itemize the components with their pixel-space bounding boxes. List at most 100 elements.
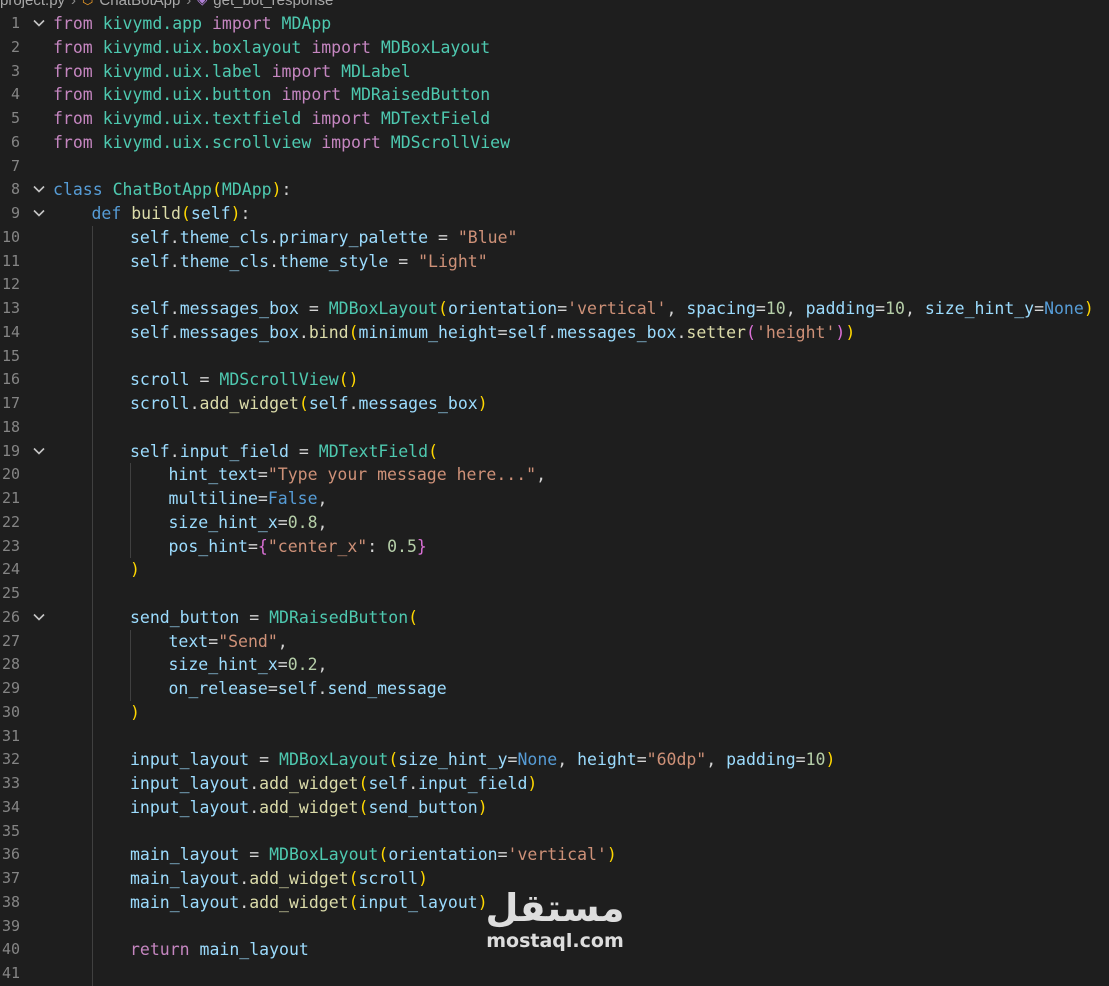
code-token: "Type your message here..." xyxy=(267,465,537,485)
code-line[interactable]: 36 main_layout = MDBoxLayout(orientation=… xyxy=(0,843,1109,867)
code-line[interactable]: 6 from kivymd.uix.scrollview import MDScr… xyxy=(0,131,1109,155)
code-line[interactable]: 18 xyxy=(0,415,1109,440)
code-line[interactable]: 4 from kivymd.uix.button import MDRaisedB… xyxy=(0,83,1109,107)
code-line[interactable]: 27 text="Send", xyxy=(0,629,1109,654)
code-token: MDBoxLayout xyxy=(380,37,491,57)
breadcrumb-file[interactable]: project.py xyxy=(0,0,65,9)
code-token: , xyxy=(317,512,328,532)
breadcrumb-method[interactable]: get_bot_response xyxy=(213,0,333,9)
code-token: main_layout xyxy=(130,892,240,912)
code-line[interactable]: 31 xyxy=(0,724,1109,749)
code-token: ( xyxy=(746,322,756,342)
indent-guide xyxy=(91,938,93,962)
code-line[interactable]: 13 self.messages_box = MDBoxLayout(orient… xyxy=(0,297,1109,321)
code-line[interactable]: 41 xyxy=(0,962,1109,986)
code-line[interactable]: 21 multiline=False, xyxy=(0,487,1109,511)
code-line[interactable]: 10 self.theme_cls.primary_palette = "Blue… xyxy=(0,225,1109,250)
code-line[interactable]: 12 xyxy=(0,273,1109,297)
code-token: multiline xyxy=(168,489,258,508)
code-token: def xyxy=(91,204,122,223)
code-token: from xyxy=(53,85,93,105)
code-token: 10 xyxy=(885,299,905,318)
code-token: size_hint_y xyxy=(924,299,1035,318)
code-line[interactable]: 15 xyxy=(0,344,1109,369)
code-token: size_hint_x xyxy=(168,512,278,532)
code-line[interactable]: 16 scroll = MDScrollView() xyxy=(0,368,1109,392)
chevron-down-icon[interactable] xyxy=(30,12,48,36)
indent-guide xyxy=(91,890,93,915)
code-token: setter xyxy=(686,322,746,342)
code-token: send_button xyxy=(368,797,478,817)
code-token: = xyxy=(267,679,278,698)
code-token: messages_box xyxy=(557,322,677,342)
code-token: = xyxy=(1034,299,1045,318)
code-text: self.messages_box = MDBoxLayout(orientat… xyxy=(130,297,1094,321)
code-token: = xyxy=(875,299,886,318)
code-line[interactable]: 1 from kivymd.app import MDApp xyxy=(0,12,1109,36)
code-token: from xyxy=(53,61,93,81)
code-token: = xyxy=(388,251,419,271)
code-line[interactable]: 17 scroll.add_widget(self.messages_box) xyxy=(0,392,1109,416)
indent-guide xyxy=(91,558,93,582)
indent-guide xyxy=(91,225,93,250)
code-line[interactable]: 26 send_button = MDRaisedButton( xyxy=(0,605,1109,630)
code-line[interactable]: 28 size_hint_x=0.2, xyxy=(0,653,1109,677)
line-number: 18 xyxy=(1,417,20,436)
code-line[interactable]: 8 class ChatBotApp(MDApp): xyxy=(0,178,1109,202)
indent-guide xyxy=(91,415,93,440)
code-line[interactable]: 32 input_layout = MDBoxLayout(size_hint_y… xyxy=(0,748,1109,772)
code-token: ) xyxy=(130,560,140,580)
code-line[interactable]: 34 input_layout.add_widget(send_button) xyxy=(0,795,1109,820)
code-line[interactable]: 30) xyxy=(0,700,1109,725)
chevron-down-icon[interactable] xyxy=(30,606,48,630)
code-line[interactable]: 2 from kivymd.uix.boxlayout import MDBoxL… xyxy=(0,36,1109,60)
code-token: "Send" xyxy=(218,631,278,651)
code-line[interactable]: 33 input_layout.add_widget(self.input_fie… xyxy=(0,772,1109,796)
code-line[interactable]: 35 xyxy=(0,819,1109,844)
code-line[interactable]: 24) xyxy=(0,558,1109,582)
code-editor[interactable]: 1 from kivymd.app import MDApp 2 from kivym… xyxy=(0,12,1109,986)
watermark-arabic: مستقل xyxy=(485,886,625,930)
line-number: 26 xyxy=(1,607,20,626)
code-text: from kivymd.uix.scrollview import MDScro… xyxy=(53,131,510,155)
code-line[interactable]: 19 self.input_field = MDTextField( xyxy=(0,439,1109,464)
indent-guide xyxy=(91,962,93,986)
code-line[interactable]: 11 self.theme_cls.theme_style = "Light" xyxy=(0,249,1109,274)
chevron-down-icon[interactable] xyxy=(30,202,48,226)
line-number: 22 xyxy=(1,512,20,531)
code-line[interactable]: 3 from kivymd.uix.label import MDLabel xyxy=(0,60,1109,84)
code-token: , xyxy=(557,750,578,770)
indent-guide xyxy=(91,748,93,772)
code-token: self xyxy=(308,394,349,413)
code-text: input_layout.add_widget(send_button) xyxy=(130,796,488,820)
code-line[interactable]: 7 xyxy=(0,155,1109,179)
code-token: MDBoxLayout xyxy=(328,299,438,318)
chevron-down-icon[interactable] xyxy=(30,440,48,464)
indent-guide xyxy=(91,677,93,701)
code-token: . xyxy=(239,892,250,912)
indent-guide xyxy=(130,487,131,511)
code-token: self xyxy=(130,251,170,271)
breadcrumb-class[interactable]: ChatBotApp xyxy=(99,0,180,9)
code-token: self xyxy=(368,774,409,793)
code-line[interactable]: 5 from kivymd.uix.textfield import MDText… xyxy=(0,107,1109,131)
code-token: kivymd.uix.textfield xyxy=(102,109,302,128)
code-token: MDRaisedButton xyxy=(351,85,491,105)
chevron-down-icon[interactable] xyxy=(30,178,48,202)
line-number: 41 xyxy=(1,964,20,982)
code-token: MDApp xyxy=(281,14,332,33)
code-line[interactable]: 23 pos_hint={"center_x": 0.5} xyxy=(0,534,1109,559)
code-line[interactable]: 29 on_release=self.send_message xyxy=(0,677,1109,701)
code-line[interactable]: 25 xyxy=(0,582,1109,606)
code-line[interactable]: 20 hint_text="Type your message here...", xyxy=(0,463,1109,487)
line-number: 28 xyxy=(1,655,20,674)
indent-guide xyxy=(91,582,93,606)
code-text: from kivymd.uix.label import MDLabel xyxy=(53,60,411,84)
code-line[interactable]: 9 def build(self): xyxy=(0,202,1109,226)
code-line[interactable]: 14 self.messages_box.bind(minimum_height=… xyxy=(0,320,1109,345)
code-token: ) xyxy=(477,797,488,817)
code-line[interactable]: 22 size_hint_x=0.8, xyxy=(0,510,1109,535)
line-number: 3 xyxy=(10,61,20,80)
